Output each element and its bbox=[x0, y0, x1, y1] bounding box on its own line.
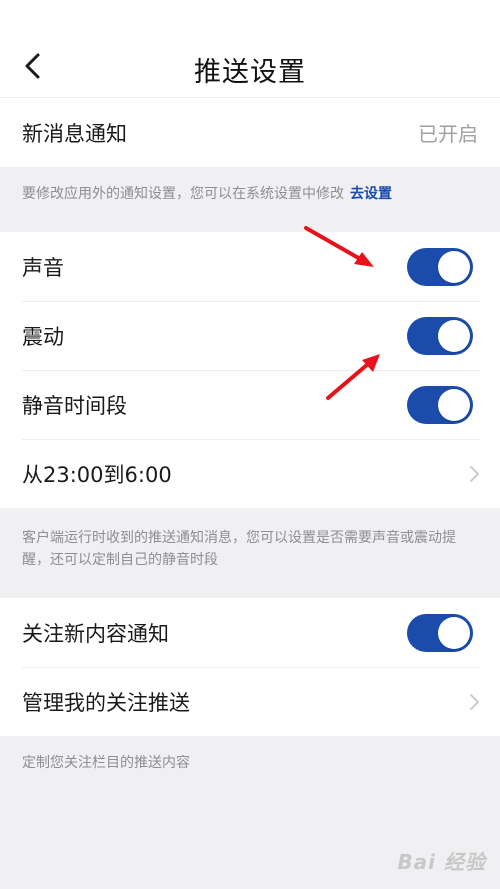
toggle-knob bbox=[438, 616, 470, 649]
mute-time-label: 从23:00到6:00 bbox=[22, 462, 172, 487]
manage-follow-row[interactable]: 管理我的关注推送 bbox=[0, 667, 500, 736]
system-hint-text: 要修改应用外的通知设置，您可以在系统设置中修改 bbox=[22, 186, 344, 202]
follow-new-content-toggle[interactable] bbox=[407, 613, 473, 652]
mute-hint: 客户端运行时收到的推送通知消息，您可以设置是否需要声音或震动提醒，还可以定制自己… bbox=[22, 530, 456, 568]
sound-label: 声音 bbox=[22, 255, 64, 280]
manage-follow-label: 管理我的关注推送 bbox=[22, 690, 190, 715]
go-settings-link[interactable]: 去设置 bbox=[350, 186, 392, 202]
new-message-label: 新消息通知 bbox=[22, 121, 127, 146]
navigation-bar: 推送设置 bbox=[0, 0, 500, 98]
follow-hint: 定制您关注栏目的推送内容 bbox=[22, 755, 190, 771]
mute-period-row: 静音时间段 bbox=[0, 370, 500, 439]
toggle-knob bbox=[438, 250, 470, 283]
mute-period-label: 静音时间段 bbox=[22, 393, 127, 418]
mute-time-row[interactable]: 从23:00到6:00 bbox=[0, 439, 500, 508]
sound-row: 声音 bbox=[0, 232, 500, 301]
vibration-row: 震动 bbox=[0, 301, 500, 370]
chevron-right-icon bbox=[470, 693, 479, 710]
follow-new-content-label: 关注新内容通知 bbox=[22, 621, 169, 646]
sound-settings-group: 声音 震动 静音时间段 从23:00到6:00 bbox=[0, 232, 500, 508]
follow-new-content-row: 关注新内容通知 bbox=[0, 598, 500, 667]
vibration-toggle[interactable] bbox=[407, 316, 473, 355]
page-title: 推送设置 bbox=[194, 57, 306, 88]
new-message-status: 已开启 bbox=[418, 122, 478, 146]
mute-period-toggle[interactable] bbox=[407, 385, 473, 424]
sound-toggle[interactable] bbox=[407, 247, 473, 286]
new-message-row[interactable]: 新消息通知 已开启 bbox=[0, 98, 500, 167]
toggle-knob bbox=[438, 319, 470, 352]
system-settings-hint: 要修改应用外的通知设置，您可以在系统设置中修改 去设置 bbox=[22, 183, 480, 205]
chevron-right-icon bbox=[470, 465, 479, 482]
vibration-label: 震动 bbox=[22, 324, 64, 349]
toggle-knob bbox=[438, 388, 470, 421]
follow-settings-group: 关注新内容通知 管理我的关注推送 bbox=[0, 598, 500, 736]
watermark: Bai 经验 bbox=[397, 850, 486, 874]
new-message-group: 新消息通知 已开启 bbox=[0, 98, 500, 167]
